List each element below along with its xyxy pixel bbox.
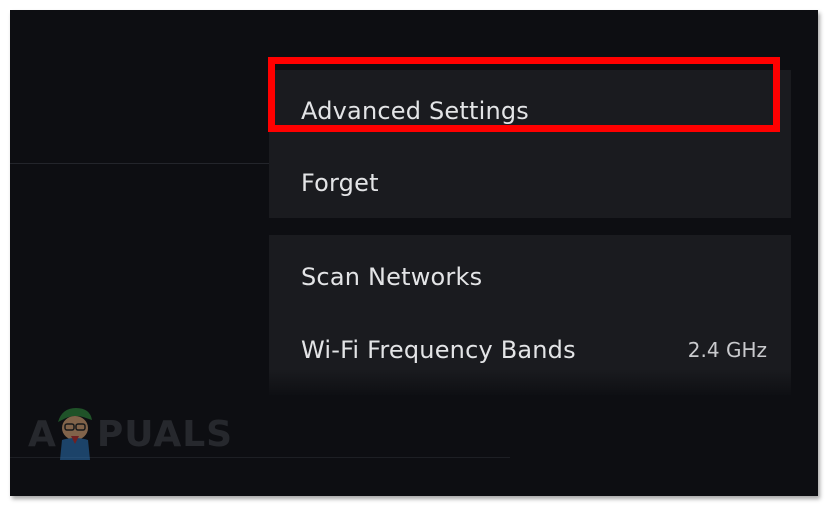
menu-item-label: Wi-Fi Frequency Bands xyxy=(301,336,576,364)
menu-item-label: Forget xyxy=(301,169,379,197)
watermark-text-right: PUALS xyxy=(96,414,234,455)
background-divider xyxy=(10,163,269,164)
menu-item-value: 2.4 GHz xyxy=(687,338,767,362)
menu-item-wifi-frequency-bands[interactable]: Wi-Fi Frequency Bands 2.4 GHz xyxy=(269,319,791,381)
options-panel-connection: Advanced Settings Forget xyxy=(269,70,791,218)
menu-item-label: Advanced Settings xyxy=(301,97,530,125)
menu-item-forget[interactable]: Forget xyxy=(269,152,791,214)
menu-item-scan-networks[interactable]: Scan Networks xyxy=(269,246,791,308)
menu-item-label: Scan Networks xyxy=(301,263,483,291)
options-panel-network: Scan Networks Wi-Fi Frequency Bands 2.4 … xyxy=(269,235,791,395)
appuals-mascot-icon xyxy=(58,408,92,460)
menu-item-advanced-settings[interactable]: Advanced Settings xyxy=(269,80,791,142)
